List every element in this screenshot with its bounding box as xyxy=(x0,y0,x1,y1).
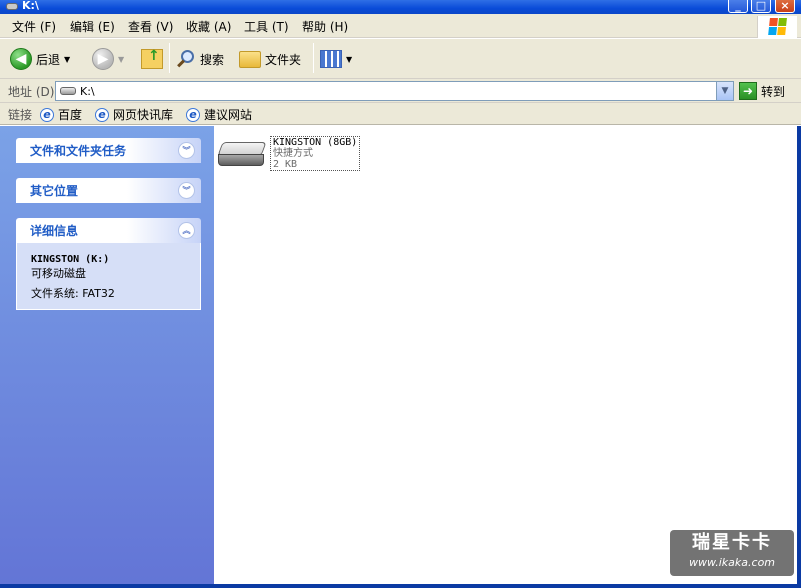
title-bar: K:\ _ □ × xyxy=(0,0,801,14)
menu-file[interactable]: 文件 (F) xyxy=(12,18,56,35)
window-border xyxy=(797,126,801,584)
address-input[interactable]: K:\ ▼ xyxy=(55,81,734,101)
menu-favorites[interactable]: 收藏 (A) xyxy=(186,18,231,35)
back-button[interactable]: ◀ 后退 ▼ xyxy=(10,45,70,73)
forward-dropdown-icon[interactable]: ▼ xyxy=(118,55,124,64)
file-item[interactable]: KINGSTON (8GB) 快捷方式 2 KB xyxy=(217,136,361,171)
windows-flag-icon xyxy=(768,18,788,36)
address-bar: 地址 (D) K:\ ▼ ➜ 转到 xyxy=(0,79,801,103)
details-type: 可移动磁盘 xyxy=(31,267,86,280)
toolbar-separator xyxy=(313,43,314,73)
panel-header-details[interactable]: 详细信息 ︽ xyxy=(16,218,201,243)
links-label: 链接 xyxy=(8,108,33,122)
minimize-button[interactable]: _ xyxy=(728,0,748,13)
close-button[interactable]: × xyxy=(775,0,795,13)
ie-icon: e xyxy=(40,107,54,122)
hard-drive-icon xyxy=(217,142,267,170)
menu-view[interactable]: 查看 (V) xyxy=(128,18,173,35)
window-title: K:\ xyxy=(6,0,39,12)
menu-tools[interactable]: 工具 (T) xyxy=(244,18,289,35)
file-item-label: KINGSTON (8GB) 快捷方式 2 KB xyxy=(270,136,361,171)
link-suggested-sites[interactable]: e 建议网站 xyxy=(186,106,252,123)
links-bar: 链接 e 百度 e 网页快讯库 e 建议网站 xyxy=(0,103,801,125)
drive-icon xyxy=(6,2,18,10)
back-dropdown-icon[interactable]: ▼ xyxy=(64,55,70,64)
panel-details: 详细信息 ︽ KINGSTON (K:) 可移动磁盘 文件系统: FAT32 xyxy=(16,218,201,310)
file-list: KINGSTON (8GB) 快捷方式 2 KB xyxy=(214,126,800,584)
views-button[interactable]: ▼ xyxy=(320,45,352,73)
forward-button[interactable]: ▶ ▼ xyxy=(92,45,124,73)
go-arrow-icon: ➜ xyxy=(739,82,757,100)
views-dropdown-icon[interactable]: ▼ xyxy=(346,55,352,64)
address-value: K:\ xyxy=(80,84,95,98)
toolbar: ◀ 后退 ▼ ▶ ▼ ↑ 搜索 文件夹 ▼ xyxy=(0,39,801,79)
search-icon xyxy=(176,49,196,69)
watermark: 瑞星卡卡 www.ikaka.com xyxy=(670,530,794,576)
chevron-down-icon[interactable]: ︾ xyxy=(178,142,195,159)
chevron-up-icon[interactable]: ︽ xyxy=(178,222,195,239)
ie-icon: e xyxy=(95,107,109,122)
menu-edit[interactable]: 编辑 (E) xyxy=(70,18,115,35)
up-folder-button[interactable]: ↑ xyxy=(141,45,163,73)
folder-icon xyxy=(239,50,261,68)
panel-other-places: 其它位置 ︾ xyxy=(16,178,201,203)
address-label: 地址 (D) xyxy=(8,85,55,99)
folders-button[interactable]: 文件夹 xyxy=(239,45,301,73)
panel-file-tasks: 文件和文件夹任务 ︾ xyxy=(16,138,201,163)
search-button[interactable]: 搜索 xyxy=(176,45,224,73)
task-pane: 文件和文件夹任务 ︾ 其它位置 ︾ 详细信息 ︽ KINGSTON (K:) 可… xyxy=(0,126,214,584)
link-web-slice-gallery[interactable]: e 网页快讯库 xyxy=(95,106,173,123)
panel-header-file-tasks[interactable]: 文件和文件夹任务 ︾ xyxy=(16,138,201,163)
menu-help[interactable]: 帮助 (H) xyxy=(302,18,348,35)
go-button[interactable]: ➜ 转到 xyxy=(739,82,785,100)
details-filesystem: 文件系统: FAT32 xyxy=(31,287,115,300)
chevron-down-icon[interactable]: ︾ xyxy=(178,182,195,199)
up-folder-icon: ↑ xyxy=(141,48,163,69)
forward-arrow-icon: ▶ xyxy=(92,48,114,70)
ie-icon: e xyxy=(186,107,200,122)
windows-logo xyxy=(757,16,797,38)
views-icon xyxy=(320,50,342,68)
back-arrow-icon: ◀ xyxy=(10,48,32,70)
details-name: KINGSTON (K:) xyxy=(31,254,110,265)
panel-header-other-places[interactable]: 其它位置 ︾ xyxy=(16,178,201,203)
details-body: KINGSTON (K:) 可移动磁盘 文件系统: FAT32 xyxy=(16,243,201,310)
address-dropdown-icon[interactable]: ▼ xyxy=(716,82,733,100)
link-baidu[interactable]: e 百度 xyxy=(40,106,82,123)
window-border-bottom xyxy=(0,584,801,588)
menu-bar: 文件 (F) 编辑 (E) 查看 (V) 收藏 (A) 工具 (T) 帮助 (H… xyxy=(0,14,801,38)
maximize-button[interactable]: □ xyxy=(751,0,771,13)
drive-icon xyxy=(60,87,76,95)
toolbar-separator xyxy=(169,43,170,73)
